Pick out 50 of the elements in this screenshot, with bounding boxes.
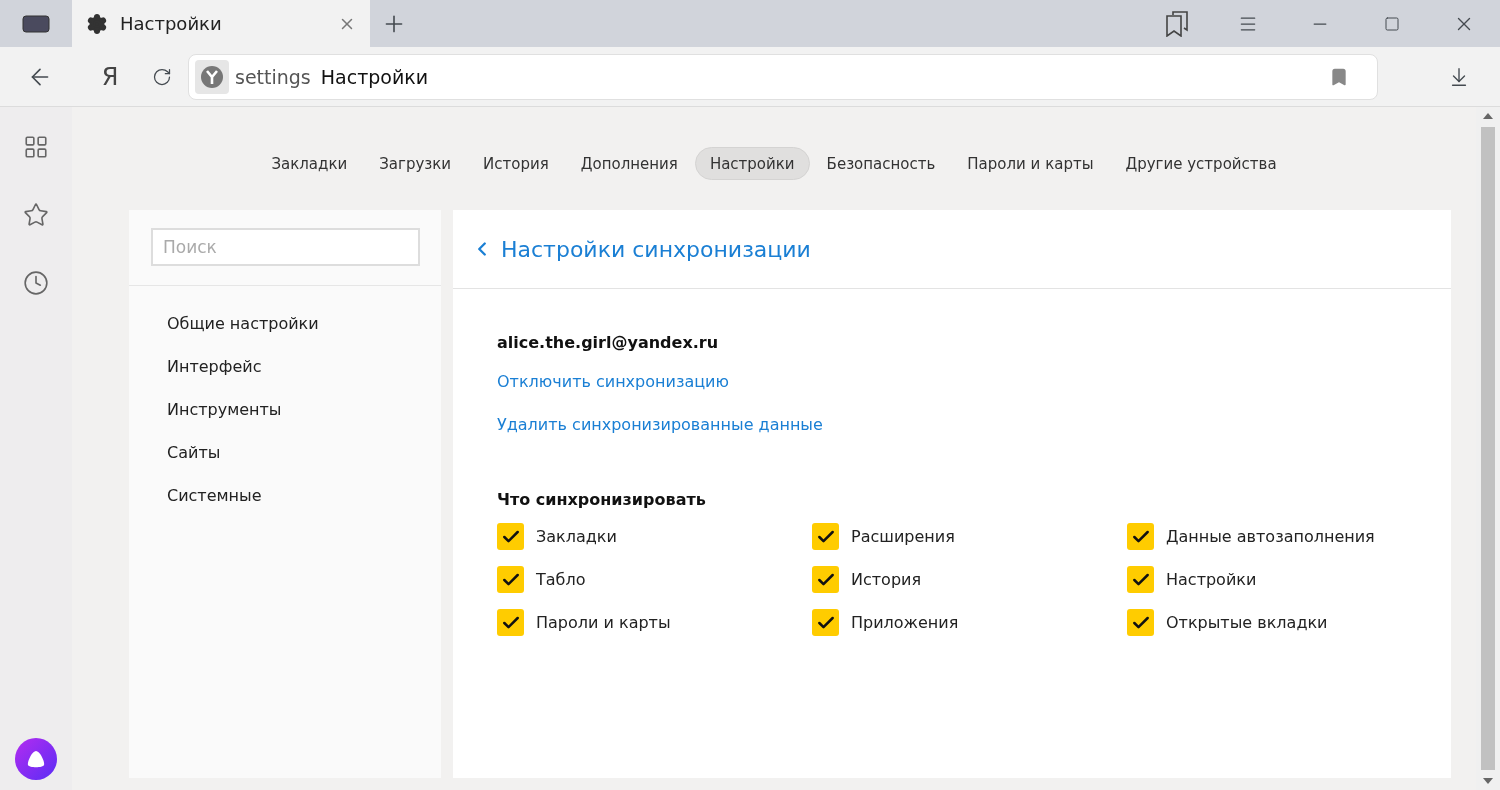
nav-tab[interactable]: Загрузки — [364, 147, 467, 180]
checkbox-label: История — [851, 570, 922, 589]
assistant-icon — [26, 750, 46, 768]
checkbox[interactable] — [812, 609, 839, 636]
scroll-down-icon[interactable] — [1483, 778, 1493, 784]
address-title: Настройки — [320, 65, 430, 88]
sidebar-item[interactable]: Инструменты — [167, 388, 282, 431]
browser-tab[interactable]: Настройки — [72, 0, 370, 47]
checkbox[interactable] — [812, 523, 839, 550]
checkbox[interactable] — [497, 566, 524, 593]
nav-tab[interactable]: История — [468, 147, 564, 180]
nav-tab[interactable]: Закладки — [256, 147, 363, 180]
checkbox-label: Данные автозаполнения — [1166, 527, 1375, 546]
scroll-up-icon[interactable] — [1483, 113, 1493, 119]
nav-tab[interactable]: Другие устройства — [1110, 147, 1292, 180]
sidebar-item[interactable]: Системные — [167, 474, 262, 517]
assistant-button[interactable] — [15, 738, 57, 780]
checkbox-label: Открытые вкладки — [1166, 613, 1328, 632]
sidebar-item[interactable]: Сайты — [167, 431, 221, 474]
checkbox-label: Табло — [536, 570, 586, 589]
nav-tab[interactable]: Настройки — [694, 147, 810, 180]
sync-link[interactable]: Отключить синхронизацию — [497, 360, 729, 403]
checkbox[interactable] — [497, 609, 524, 636]
address-bar[interactable]: settings Настройки — [188, 53, 1378, 100]
sidebar-item[interactable]: Общие настройки — [167, 302, 319, 345]
site-logo-icon — [195, 59, 229, 94]
checkbox[interactable] — [812, 566, 839, 593]
search-field[interactable]: Поиск — [151, 228, 420, 266]
checkbox[interactable] — [1127, 523, 1154, 550]
home-button[interactable]: Я — [80, 52, 140, 101]
tab-title: Настройки — [120, 13, 223, 34]
checkbox-label: Пароли и карты — [536, 613, 671, 632]
section-heading: Что синхронизировать — [497, 490, 707, 509]
nav-tab[interactable]: Безопасность — [811, 147, 951, 180]
checkbox-label: Приложения — [851, 613, 959, 632]
account-email: alice.the.girl@yandex.ru — [497, 333, 720, 352]
checkbox[interactable] — [497, 523, 524, 550]
nav-tab[interactable]: Пароли и карты — [952, 147, 1109, 180]
checkbox-label: Закладки — [536, 527, 617, 546]
checkbox-label: Настройки — [1166, 570, 1257, 589]
bookmark-icon[interactable] — [1329, 66, 1349, 87]
sync-link[interactable]: Удалить синхронизированные данные — [497, 403, 823, 446]
gear-icon — [86, 12, 108, 35]
address-host: settings — [235, 65, 311, 88]
checkbox[interactable] — [1127, 609, 1154, 636]
page-title: Настройки синхронизации — [501, 236, 811, 262]
checkbox-label: Расширения — [851, 527, 955, 546]
nav-tab[interactable]: Дополнения — [565, 147, 693, 180]
sidebar-item[interactable]: Интерфейс — [167, 345, 262, 388]
checkbox[interactable] — [1127, 566, 1154, 593]
